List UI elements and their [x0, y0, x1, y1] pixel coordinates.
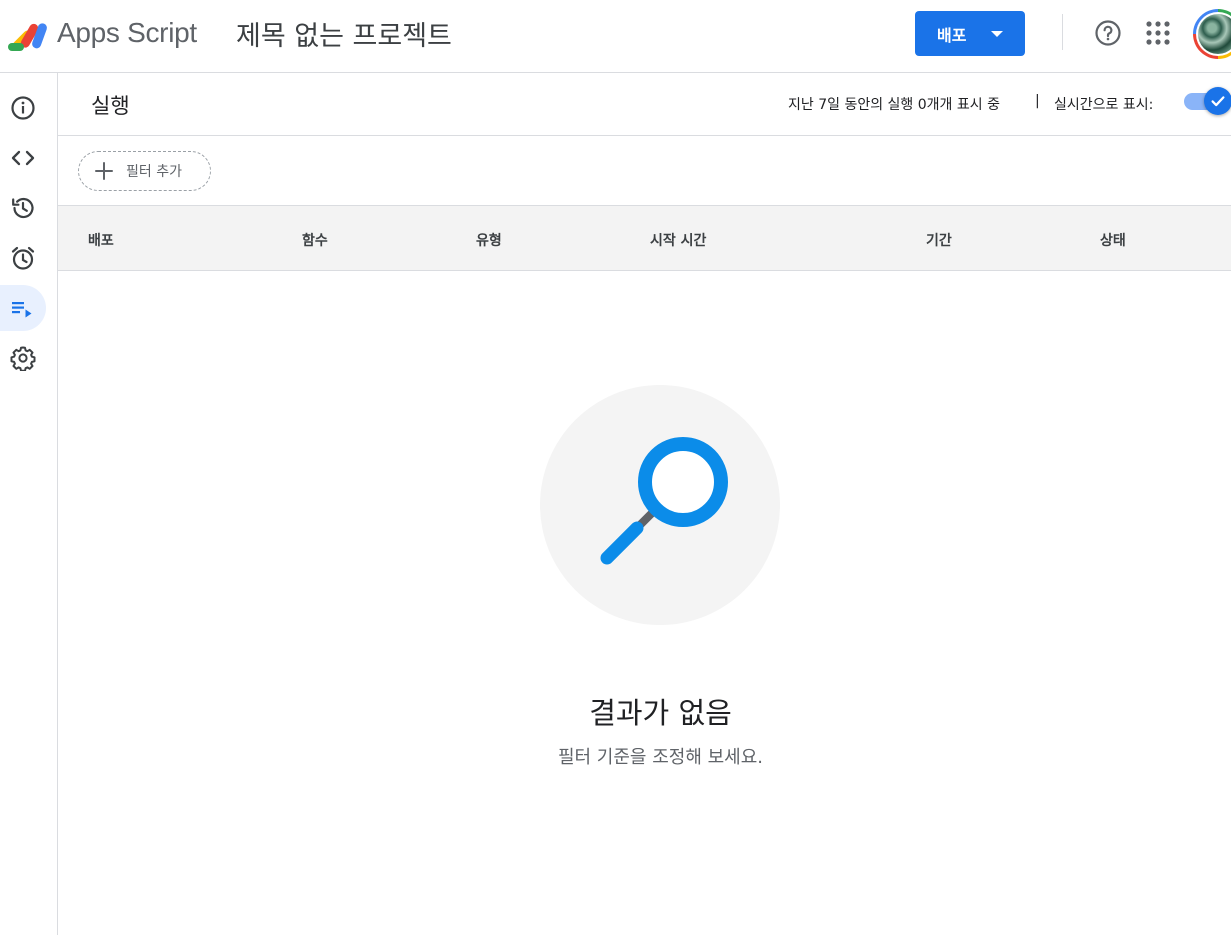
empty-state-subtitle: 필터 기준을 조정해 보세요.	[557, 747, 764, 768]
avatar-ring	[1196, 12, 1231, 56]
history-icon	[12, 197, 34, 219]
help-circle-icon[interactable]	[1094, 19, 1122, 47]
add-filter-button[interactable]: 필터 추가	[78, 151, 211, 191]
top-divider	[1062, 14, 1063, 50]
header-separator: |	[1035, 93, 1040, 109]
column-header-function[interactable]: 함수	[302, 230, 328, 250]
column-header-deployment[interactable]: 배포	[88, 230, 114, 250]
app-name[interactable]: Apps Script	[57, 17, 197, 49]
plus-icon	[95, 162, 113, 180]
sidebar-item-executions[interactable]	[0, 285, 46, 331]
sidebar-item-history[interactable]	[0, 185, 46, 231]
sidebar-item-editor[interactable]	[0, 135, 46, 181]
deploy-button[interactable]: 배포	[915, 11, 1025, 56]
deploy-button-label: 배포	[937, 27, 967, 45]
execution-summary: 지난 7일 동안의 실행 0개개 표시 중	[788, 97, 1000, 113]
magnifier-icon	[600, 437, 728, 565]
column-header-status[interactable]: 상태	[1100, 230, 1126, 250]
empty-state-illustration	[540, 385, 780, 625]
page-header: 실행 지난 7일 동안의 실행 0개개 표시 중 | 실시간으로 표시:	[58, 73, 1231, 136]
gear-icon	[10, 346, 36, 371]
empty-state-title: 결과가 없음	[589, 696, 732, 730]
table-header: 배포 함수 유형 시작 시간 기간 상태	[58, 205, 1231, 271]
caret-down-icon	[991, 31, 1003, 37]
sidebar-item-overview[interactable]	[0, 85, 46, 131]
page-title: 실행	[91, 94, 130, 118]
column-header-type[interactable]: 유형	[476, 230, 502, 250]
toggle-knob	[1204, 87, 1231, 115]
left-rail	[0, 73, 58, 935]
executions-icon	[12, 302, 32, 318]
sidebar-item-settings[interactable]	[0, 335, 46, 381]
column-header-duration[interactable]: 기간	[926, 230, 952, 250]
account-avatar[interactable]	[1193, 9, 1231, 59]
apps-script-logo-icon[interactable]	[8, 16, 52, 52]
add-filter-label: 필터 추가	[126, 164, 182, 180]
main-content: 실행 지난 7일 동안의 실행 0개개 표시 중 | 실시간으로 표시: 필터 …	[58, 73, 1231, 935]
filter-bar: 필터 추가	[58, 136, 1231, 206]
code-icon	[11, 150, 35, 166]
column-header-start-time[interactable]: 시작 시간	[650, 230, 706, 250]
avatar-image	[1198, 14, 1231, 54]
check-icon	[1211, 96, 1225, 107]
project-title[interactable]: 제목 없는 프로젝트	[236, 14, 452, 53]
top-bar: Apps Script 제목 없는 프로젝트 배포	[0, 0, 1231, 73]
realtime-label: 실시간으로 표시:	[1054, 97, 1154, 113]
sidebar-item-triggers[interactable]	[0, 235, 46, 281]
grid-apps-icon[interactable]	[1145, 20, 1171, 46]
info-icon	[11, 96, 35, 120]
realtime-toggle[interactable]	[1184, 87, 1231, 115]
alarm-icon	[11, 246, 35, 270]
